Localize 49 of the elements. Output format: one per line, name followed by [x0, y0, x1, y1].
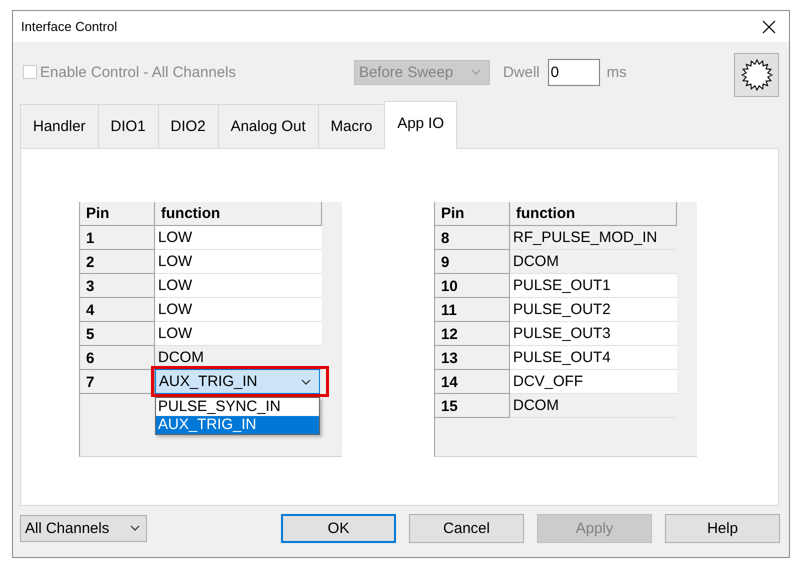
pin-number: 10	[435, 274, 510, 298]
function-cell[interactable]: PULSE_OUT3	[510, 322, 677, 346]
pin-number: 12	[435, 322, 510, 346]
pin-number: 8	[435, 226, 510, 250]
dialog-button[interactable]: Help	[665, 514, 780, 542]
gear-icon	[740, 59, 772, 91]
pin-number: 1	[80, 226, 155, 250]
pin-number: 15	[435, 394, 510, 418]
tab[interactable]: Handler	[20, 104, 99, 148]
pin-number: 2	[80, 250, 155, 274]
function-dropdown[interactable]: AUX_TRIG_IN	[155, 369, 320, 394]
tab[interactable]: App IO	[384, 101, 458, 149]
pin-number: 4	[80, 298, 155, 322]
dropdown-option[interactable]: AUX_TRIG_IN	[156, 416, 319, 434]
function-cell[interactable]: DCV_OFF	[510, 370, 677, 394]
dwell-label: Dwell	[502, 64, 540, 80]
column-header: function	[155, 202, 322, 226]
dialog-button[interactable]: OK	[281, 514, 396, 542]
pin-number: 14	[435, 370, 510, 394]
window-title: Interface Control	[21, 19, 118, 34]
function-cell[interactable]: LOW	[155, 226, 322, 250]
dialog-button[interactable]: Cancel	[409, 514, 524, 542]
chevron-down-icon	[470, 69, 481, 75]
function-cell[interactable]: PULSE_OUT2	[510, 298, 677, 322]
function-cell[interactable]: PULSE_OUT4	[510, 346, 677, 370]
checkbox-label: Enable Control - All Channels	[40, 64, 236, 80]
pin-number: 11	[435, 298, 510, 322]
function-cell[interactable]: LOW	[155, 322, 322, 346]
dwell-field[interactable]: 0	[548, 58, 600, 86]
chevron-down-icon	[301, 378, 311, 384]
pin-number: 3	[80, 274, 155, 298]
pin-number: 9	[435, 250, 510, 274]
function-cell[interactable]: LOW	[155, 274, 322, 298]
settings-button[interactable]	[734, 53, 779, 97]
dropdown-option[interactable]: PULSE_SYNC_IN	[156, 398, 319, 416]
close-icon	[762, 20, 776, 34]
channel-dropdown[interactable]: All Channels	[20, 514, 147, 542]
pin-number: 5	[80, 322, 155, 346]
function-cell[interactable]: PULSE_OUT1	[510, 274, 677, 298]
pin-number: 6	[80, 346, 155, 370]
column-header: function	[510, 202, 677, 226]
column-header: Pin	[435, 202, 510, 226]
pin-number: 13	[435, 346, 510, 370]
chevron-down-icon	[130, 525, 140, 531]
column-header: Pin	[80, 202, 155, 226]
pin-number: 7	[80, 370, 155, 394]
function-cell[interactable]: LOW	[155, 250, 322, 274]
function-cell[interactable]: LOW	[155, 298, 322, 322]
unit-label: ms	[606, 64, 627, 80]
